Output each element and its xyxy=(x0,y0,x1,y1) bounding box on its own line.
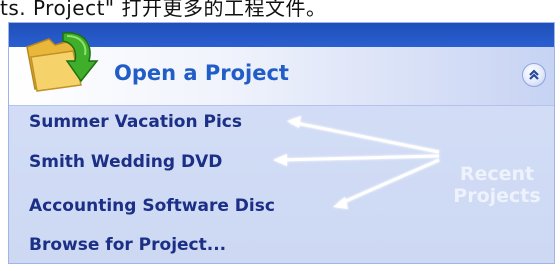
project-link-accounting-software[interactable]: Accounting Software Disc xyxy=(29,196,275,216)
project-link-smith-wedding[interactable]: Smith Wedding DVD xyxy=(29,152,222,172)
project-link-summer-vacation[interactable]: Summer Vacation Pics xyxy=(29,112,242,132)
top-caption: ts. Project" 打开更多的工程文件。 xyxy=(0,0,327,20)
recent-projects-annotation: Recent Projects xyxy=(449,163,545,207)
annotation-arrows xyxy=(273,116,440,209)
annotation-line-1: Recent xyxy=(459,163,535,185)
open-project-panel: Open a Project Summer Vacation Pics Smit… xyxy=(8,22,555,264)
browse-for-project-link[interactable]: Browse for Project... xyxy=(29,235,226,255)
annotation-line-2: Projects xyxy=(453,185,541,207)
